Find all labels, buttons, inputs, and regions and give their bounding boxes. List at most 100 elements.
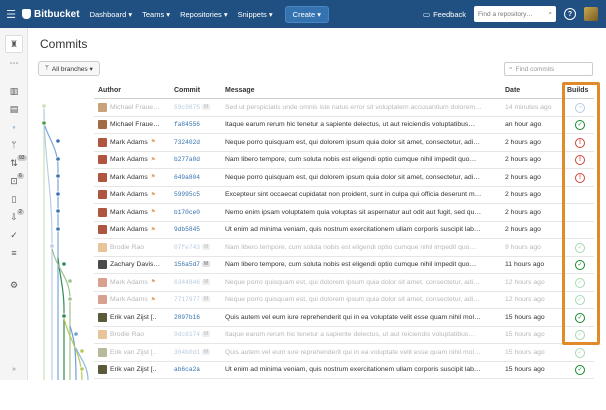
build-success-icon[interactable]: ✓ [575,260,585,270]
build-success-icon[interactable]: ✓ [575,312,585,323]
commit-row[interactable]: Mark Adams ⚑ 9db5845 Ut enim ad minima veni… [94,222,594,239]
commit-hash-link[interactable]: 2097b16 [174,314,200,321]
commit-message[interactable]: Neque porro quisquam est, qui dolorem ip… [225,279,493,286]
help-icon[interactable]: ? [564,8,576,20]
feedback-link[interactable]: ▭ Feedback [423,10,466,19]
commit-row[interactable]: Erik van Zijst [.. 2097b16 Quis autem vel … [94,309,594,327]
more-icon[interactable]: ⋯ [7,56,21,70]
nav-repositories[interactable]: Repositories ▾ [180,10,228,19]
repository-search-input[interactable]: Find a repository… ⌕ [474,6,556,22]
build-in-progress-icon[interactable]: ◔ [575,102,585,113]
commit-row[interactable]: Zachary Davis… 156a5d7 M Nam libero tempore… [94,257,594,274]
commit-hash-link[interactable]: 9dc6174 [174,331,200,338]
author-cell[interactable]: Mark Adams ⚑ [98,207,174,217]
settings-gear-icon[interactable]: ⚙ [7,278,21,292]
commit-row[interactable]: Brodie Rao 9dc6174 M Itaque earum rerum hic… [94,327,594,344]
commit-row[interactable]: Michael Fraue… fa84556 Itaque earum rerum … [94,117,594,134]
build-failed-icon[interactable]: ! [575,172,585,183]
build-success-icon[interactable]: ✓ [575,120,585,130]
commit-message[interactable]: Quis autem vel eum iure reprehenderit qu… [225,349,493,356]
commit-hash-link[interactable]: fa84556 [174,121,200,128]
commit-hash-link[interactable]: 364b0d1 [174,349,200,356]
author-cell[interactable]: Mark Adams ⚑ [98,277,174,287]
build-success-icon[interactable]: ✓ [575,365,585,375]
commit-row[interactable]: Mark Adams ⚑ b170ce0 Nemo enim ipsam volupt… [94,204,594,222]
commit-row[interactable]: Michael Fraue… 59c9875 M Sed ut perspiciati… [94,99,594,117]
author-cell[interactable]: Mark Adams ⚑ [98,190,174,199]
commit-row[interactable]: Mark Adams ⚑ 649a804 Neque porro quisquam e… [94,169,594,187]
commit-hash-link[interactable]: 732402d [174,139,200,146]
branch-filter-dropdown[interactable]: ᛘ All branches ▾ [38,61,100,76]
source-icon[interactable]: ▤ [7,102,21,116]
author-cell[interactable]: Erik van Zijst [.. [98,347,174,357]
commit-hash-link[interactable]: 6344846 [174,279,200,286]
commit-hash-link[interactable]: 649a804 [174,174,200,181]
author-cell[interactable]: Michael Fraue… [98,102,174,112]
author-cell[interactable]: Brodie Rao [98,330,174,339]
author-cell[interactable]: Zachary Davis… [98,260,174,269]
commit-message[interactable]: Neque porro quisquam est, qui dolorem ip… [225,296,493,303]
author-cell[interactable]: Erik van Zijst [.. [98,365,174,374]
commit-row[interactable]: Brodie Rao 07fe743 M Nam libero tempore, cu… [94,239,594,257]
commit-message[interactable]: Neque porro quisquam est, qui dolorem ip… [225,139,493,146]
commit-hash-link[interactable]: 59c9875 [174,104,200,111]
author-cell[interactable]: Brodie Rao [98,242,174,252]
author-cell[interactable]: Erik van Zijst [.. [98,312,174,322]
commit-message[interactable]: Neque porro quisquam est, qui dolorem ip… [225,174,493,181]
nav-teams[interactable]: Teams ▾ [142,10,170,19]
commit-row[interactable]: Erik van Zijst [.. 364b0d1 M Quis autem vel… [94,344,594,362]
build-success-icon[interactable]: ✓ [575,242,585,253]
author-cell[interactable]: Mark Adams ⚑ [98,295,174,304]
build-success-icon[interactable]: ✓ [575,330,585,340]
build-failed-icon[interactable]: ! [575,137,585,148]
commit-message[interactable]: Itaque earum rerum hic tenetur a sapient… [225,121,493,128]
commit-message[interactable]: Sed ut perspiciatis unde omnis iste natu… [225,104,493,111]
build-failed-icon[interactable]: ! [575,155,585,165]
author-cell[interactable]: Mark Adams ⚑ [98,172,174,182]
commit-message[interactable]: Quis autem vel eum iure reprehenderit qu… [225,314,493,321]
commit-hash-link[interactable]: ab6ca2a [174,366,200,373]
repository-avatar-icon[interactable]: ♜ [5,35,23,53]
author-cell[interactable]: Michael Fraue… [98,120,174,129]
commit-message[interactable]: Nam libero tempore, cum soluta nobis est… [225,156,493,163]
expand-sidebar-icon[interactable]: » [7,362,21,376]
menu-icon[interactable]: ☰ [0,0,22,28]
commit-hash-link[interactable]: 7717977 [174,296,200,303]
author-cell[interactable]: Mark Adams ⚑ [98,155,174,164]
overview-chart-icon[interactable]: ▥ [7,84,21,98]
commit-message[interactable]: Excepteur sint occaecat cupidatat non pr… [225,191,493,198]
build-success-icon[interactable]: ✓ [575,295,585,305]
commit-hash-link[interactable]: 9db5845 [174,226,200,233]
commit-hash-link[interactable]: 07fe743 [174,244,200,251]
checkmark-icon[interactable]: ✓ [7,228,21,242]
commit-row[interactable]: Erik van Zijst [.. ab6ca2a Ut enim ad mini… [94,362,594,379]
build-success-icon[interactable]: ✓ [575,347,585,358]
commit-hash-link[interactable]: b170ce0 [174,209,200,216]
commit-row[interactable]: Mark Adams ⚑ b277a0d Nam libero tempore, cu… [94,152,594,169]
bitbucket-logo[interactable]: Bitbucket [22,9,80,20]
commits-icon[interactable]: ◦ [7,120,21,134]
nav-dashboard[interactable]: Dashboard ▾ [90,10,133,19]
nav-snippets[interactable]: Snippets ▾ [238,10,273,19]
commit-message[interactable]: Ut enim ad minima veniam, quis nostrum e… [225,226,493,233]
user-avatar[interactable] [584,7,598,21]
commit-row[interactable]: Mark Adams ⚑ 6344846 M Neque porro quisquam … [94,274,594,292]
build-success-icon[interactable]: ✓ [575,277,585,288]
commit-message[interactable]: Itaque earum rerum hic tenetur a sapient… [225,331,493,338]
branches-icon[interactable]: ᛘ [7,138,21,152]
commit-row[interactable]: Mark Adams ⚑ 59995c5 Excepteur sint occaeca… [94,187,594,204]
commit-hash-link[interactable]: 59995c5 [174,191,200,198]
commit-message[interactable]: Nemo enim ipsam voluptatem quia voluptas… [225,209,493,216]
create-button[interactable]: Create ▾ [284,5,330,23]
author-cell[interactable]: Mark Adams ⚑ [98,225,174,234]
wiki-icon[interactable]: ▯ [7,192,21,206]
list-icon[interactable]: ≡ [7,246,21,260]
commit-hash-link[interactable]: b277a0d [174,156,200,163]
commit-hash-link[interactable]: 156a5d7 [174,261,200,268]
author-cell[interactable]: Mark Adams ⚑ [98,137,174,147]
commit-message[interactable]: Nam libero tempore, cum soluta nobis est… [225,244,493,251]
find-commits-input[interactable]: ⌕ Find commits [504,62,593,76]
commit-message[interactable]: Ut enim ad minima veniam, quis nostrum e… [225,366,493,373]
commit-message[interactable]: Nam libero tempore, cum soluta nobis est… [225,261,493,268]
commit-row[interactable]: Mark Adams ⚑ 7717977 M Neque porro quisquam … [94,292,594,309]
